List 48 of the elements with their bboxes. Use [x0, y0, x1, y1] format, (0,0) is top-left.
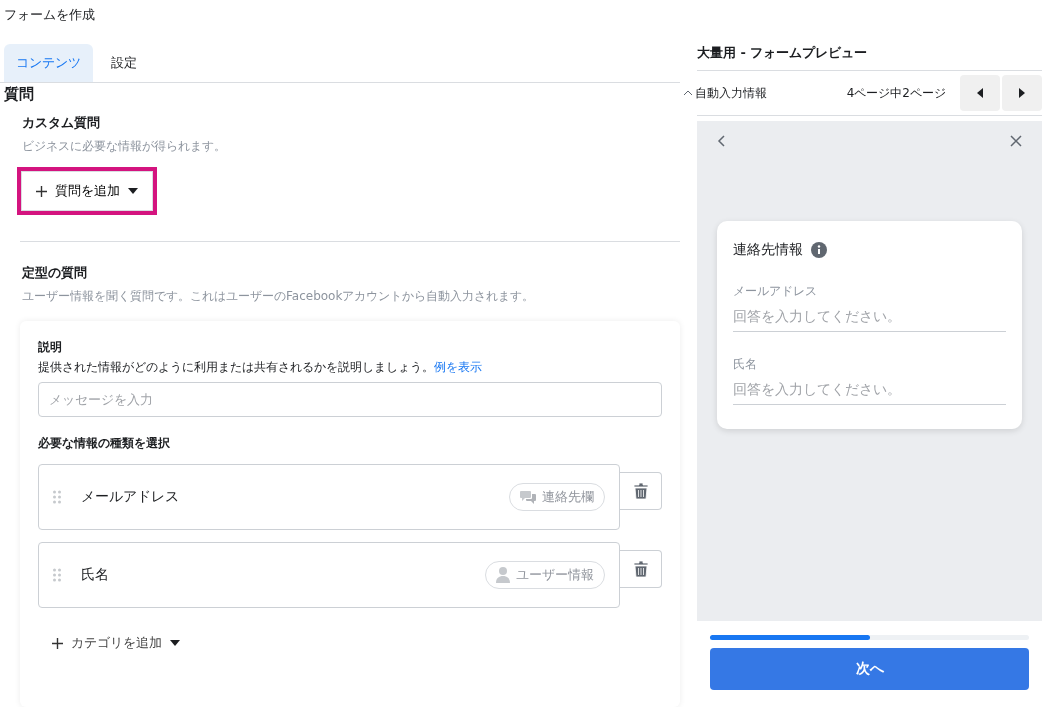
custom-questions-description: ビジネスに必要な情報が得られます。	[22, 138, 227, 155]
answer-field-label: 氏名	[733, 356, 758, 373]
answer-field-label: メールアドレス	[733, 283, 818, 300]
info-type-label: 氏名	[81, 566, 110, 584]
caret-icon	[128, 188, 138, 194]
page-indicator: 4ページ中2ページ	[846, 84, 946, 102]
tag-label: 連絡先欄	[542, 488, 595, 506]
info-type-label: メールアドレス	[81, 488, 180, 506]
chevron-up-icon[interactable]	[683, 90, 693, 96]
person-icon	[496, 567, 511, 583]
add-category-button[interactable]: カテゴリを追加	[52, 634, 180, 652]
back-chevron-icon[interactable]	[717, 135, 725, 147]
triangle-right-icon	[1019, 88, 1025, 98]
answer-field[interactable]: 氏名 回答を入力してください。	[733, 356, 1006, 405]
delete-button[interactable]	[620, 472, 662, 510]
previous-page-button[interactable]	[960, 75, 1000, 111]
preview-card-title: 連絡先情報	[733, 241, 803, 259]
caret-icon	[170, 640, 180, 646]
standard-questions-description: ユーザー情報を聞く質問です。これはユーザーのFacebookアカウントから自動入力されます。	[22, 288, 536, 305]
standard-questions-title: 定型の質問	[22, 264, 88, 282]
message-input-field[interactable]: メッセージを入力	[38, 382, 662, 417]
info-icon[interactable]	[811, 242, 827, 258]
field-label: 説明	[38, 339, 63, 356]
drag-handle-icon[interactable]	[53, 568, 61, 582]
section-title: 質問	[3, 85, 35, 104]
custom-questions-title: カスタム質問	[22, 114, 101, 132]
triangle-left-icon	[977, 88, 983, 98]
trash-icon	[633, 483, 648, 499]
next-page-button[interactable]	[1002, 75, 1042, 111]
preview-title: 大量用 - フォームプレビュー	[697, 44, 1042, 71]
add-question-button[interactable]: 質問を追加	[21, 171, 153, 211]
example-link[interactable]: 例を表示	[434, 360, 482, 374]
tag-label: ユーザー情報	[516, 566, 595, 584]
delete-button[interactable]	[620, 550, 662, 588]
page-title: フォームを作成	[3, 6, 96, 24]
close-icon[interactable]	[1010, 135, 1022, 147]
drag-handle-icon[interactable]	[53, 490, 61, 504]
answer-field[interactable]: メールアドレス 回答を入力してください。	[733, 283, 1006, 332]
field-label: 必要な情報の種類を選択	[38, 435, 171, 452]
next-button[interactable]: 次へ	[710, 648, 1029, 690]
plus-icon	[36, 185, 47, 197]
plus-icon	[52, 637, 63, 649]
tab[interactable]: 設定	[99, 44, 149, 82]
tab[interactable]: コンテンツ	[4, 44, 93, 82]
section-label: 自動入力情報	[695, 84, 767, 102]
trash-icon	[633, 561, 648, 577]
help-text: 提供された情報がどのように利用または共有されるかを説明しましょう。例を表示	[38, 359, 483, 376]
chat-bubbles-icon	[520, 490, 537, 504]
